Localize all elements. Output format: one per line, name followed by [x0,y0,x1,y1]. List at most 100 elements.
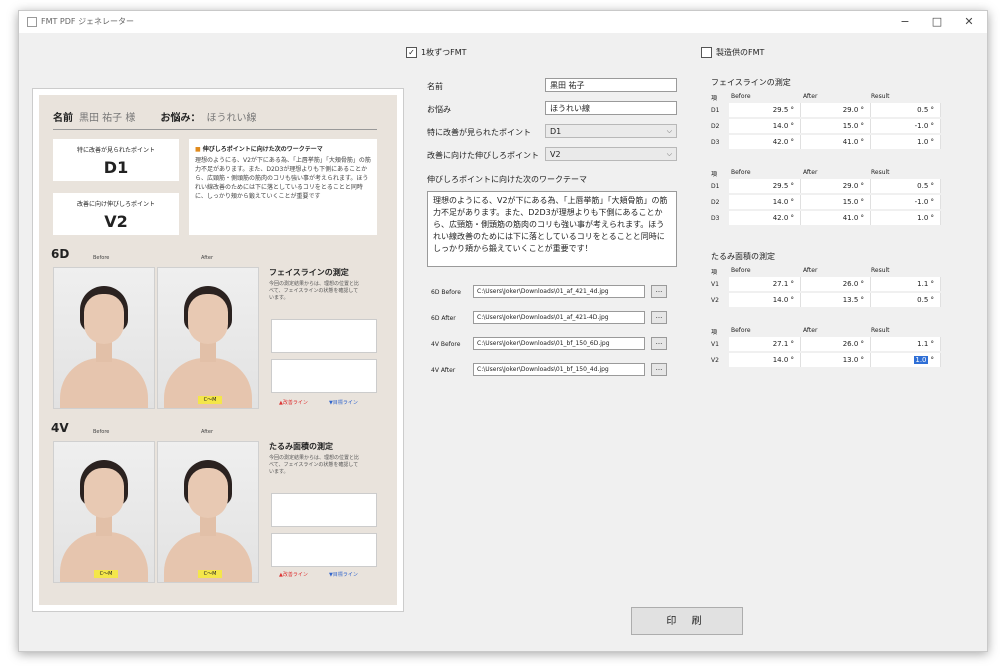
theme-textarea[interactable]: 理想のようにる、V2が下にある為、「上唇挙筋」「大頬骨筋」の筋力不足があります。… [427,191,677,267]
row-id: D2 [711,123,720,130]
cell-before[interactable]: 42.0 ° [729,135,801,149]
cell-after[interactable]: 26.0 ° [801,337,871,351]
cell-result[interactable]: 1.0 ° [871,135,941,149]
cell-result[interactable]: 0.5 ° [871,103,941,117]
preview-name-value: 黒田 祐子 様 [79,113,136,124]
table-row: V1 27.1 ° 26.0 ° 1.1 ° [711,337,951,352]
preview-name-label: 名前 [53,113,73,124]
section-4v-label: 4V [51,421,69,435]
header-result: Result [871,93,890,100]
browse-4v-before-button[interactable]: ... [651,337,667,350]
file-4v-before-input[interactable]: C:\Users\Joker\Downloads\01_bf_150_6D.jp… [473,337,645,350]
concern-label: お悩み [427,105,451,114]
table-row: V2 14.0 ° 13.0 ° 1.0 ° [711,353,951,368]
preview-concern-value: ほうれい線 [206,113,257,124]
print-button[interactable]: 印 刷 [631,607,743,635]
simultaneous-checkbox[interactable]: 製造供のFMT [701,47,764,58]
after-face-photo: C～M [157,267,259,409]
stretch-select[interactable]: V2 ⌵ [545,147,677,161]
file-4v-after-input[interactable]: C:\Users\Joker\Downloads\01_bf_150_4d.jp… [473,363,645,376]
table-row: D1 29.5 ° 29.0 ° 0.5 ° [711,103,951,118]
cell-result[interactable]: 0.5 ° [871,179,941,193]
cell-after[interactable]: 15.0 ° [801,195,871,209]
measurement-table-header: 項 Before After Result [711,93,951,103]
cell-result[interactable]: 1.0 ° [871,211,941,225]
header-id: 項 [711,269,718,276]
cell-before[interactable]: 29.5 ° [729,103,801,117]
per-page-label: 1枚ずつFMT [421,48,467,57]
cell-before[interactable]: 14.0 ° [729,119,801,133]
header-before: Before [731,93,751,100]
preview-sag-title: たるみ面積の測定 [269,442,333,451]
cell-after[interactable]: 13.5 ° [801,293,871,307]
measurement-table-header: 項 Before After Result [711,327,951,337]
improved-select[interactable]: D1 ⌵ [545,124,677,138]
before-label-2: Before [93,429,110,435]
header-after: After [803,169,818,176]
cell-result[interactable]: 1.0 ° [871,353,941,367]
name-input[interactable]: 黒田 祐子 [545,78,677,92]
checkbox-unchecked-icon[interactable] [701,47,712,58]
cell-before[interactable]: 14.0 ° [729,353,801,367]
cell-before[interactable]: 14.0 ° [729,195,801,209]
cell-result[interactable]: -1.0 ° [871,195,941,209]
cell-result[interactable]: 1.1 ° [871,277,941,291]
cell-after[interactable]: 29.0 ° [801,103,871,117]
name-label: 名前 [427,82,443,91]
cell-after[interactable]: 41.0 ° [801,211,871,225]
row-id: D1 [711,107,720,114]
unit: ° [930,356,935,364]
cell-after[interactable]: 26.0 ° [801,277,871,291]
cell-after[interactable]: 15.0 ° [801,119,871,133]
header-id: 項 [711,171,718,178]
cell-before[interactable]: 27.1 ° [729,277,801,291]
chin-tag-2: C～M [94,570,118,578]
app-icon [27,17,37,27]
cell-result[interactable]: 1.1 ° [871,337,941,351]
sag-title: たるみ面積の測定 [711,252,775,261]
file-6d-before-input[interactable]: C:\Users\Joker\Downloads\01_af_421_4d.jp… [473,285,645,298]
maximize-button[interactable]: □ [927,15,947,28]
minimize-button[interactable]: − [895,15,915,28]
header-after: After [803,93,818,100]
cell-after[interactable]: 13.0 ° [801,353,871,367]
preview-table-4 [271,533,377,567]
app-window: FMT PDF ジェネレーター − □ ✕ ✓ 1枚ずつFMT 製造供のFMT … [18,10,988,652]
browse-6d-after-button[interactable]: ... [651,311,667,324]
before-label: Before [93,255,110,261]
cell-before[interactable]: 42.0 ° [729,211,801,225]
checkbox-checked-icon[interactable]: ✓ [406,47,417,58]
chevron-down-icon: ⌵ [666,127,672,135]
browse-6d-before-button[interactable]: ... [651,285,667,298]
browse-4v-after-button[interactable]: ... [651,363,667,376]
row-id: D3 [711,215,720,222]
file-6d-after-input[interactable]: C:\Users\Joker\Downloads\01_af_421-4D.jp… [473,311,645,324]
per-page-checkbox[interactable]: ✓ 1枚ずつFMT [406,47,466,58]
header-result: Result [871,327,890,334]
close-button[interactable]: ✕ [959,15,979,28]
pdf-preview: 名前 黒田 祐子 様 お悩み： ほうれい線 特に改善が見られたポイント D1 改善に… [33,89,403,611]
cell-before[interactable]: 29.5 ° [729,179,801,193]
cell-after[interactable]: 29.0 ° [801,179,871,193]
cell-before[interactable]: 27.1 ° [729,337,801,351]
header-before: Before [731,267,751,274]
stretch-value: V2 [104,212,128,231]
theme-label: 伸びしろポイントに向けた次のワークテーマ [427,175,587,184]
header-result: Result [871,267,890,274]
chin-tag: C～M [198,396,222,404]
cell-after[interactable]: 41.0 ° [801,135,871,149]
cell-before[interactable]: 14.0 ° [729,293,801,307]
row-id: V1 [711,341,719,348]
after-label: After [201,255,214,261]
preview-header: 名前 黒田 祐子 様 お悩み： ほうれい線 [53,109,279,124]
row-id: V2 [711,297,719,304]
concern-input[interactable]: ほうれい線 [545,101,677,115]
cell-result[interactable]: 0.5 ° [871,293,941,307]
header-after: After [803,327,818,334]
file-4v-after-label: 4V After [431,367,456,374]
header-result: Result [871,169,890,176]
row-id: V1 [711,281,719,288]
cell-result[interactable]: -1.0 ° [871,119,941,133]
table-row: D1 29.5 ° 29.0 ° 0.5 ° [711,179,951,194]
stretch-select-value: V2 [550,150,561,159]
